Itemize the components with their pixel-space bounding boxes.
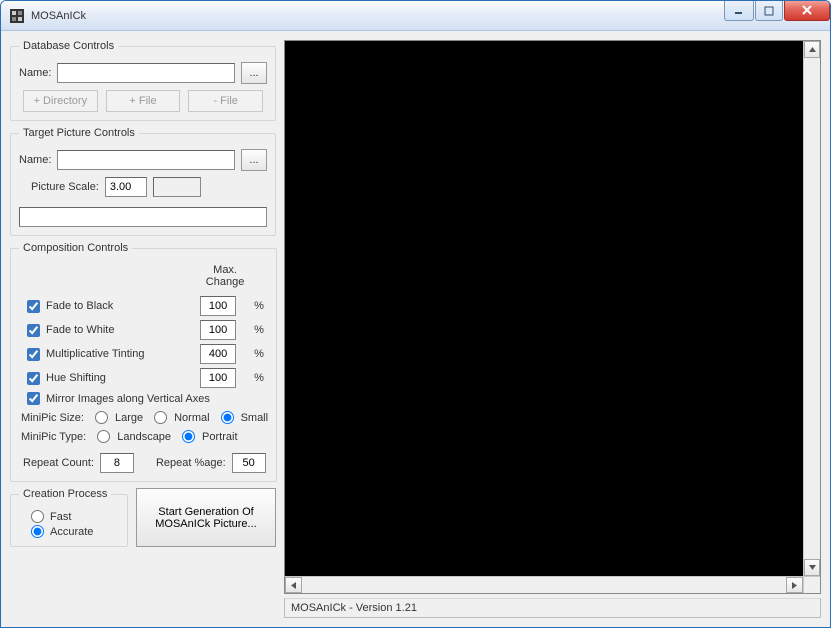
- type-portrait-label: Portrait: [202, 431, 237, 443]
- type-landscape-label: Landscape: [117, 431, 171, 443]
- db-name-input[interactable]: [57, 63, 235, 83]
- scroll-up-button[interactable]: [804, 41, 820, 58]
- composition-controls-group: Composition Controls Max. Change Fade to…: [10, 242, 277, 482]
- mirror-checkbox[interactable]: [27, 392, 40, 405]
- hue-shift-checkbox[interactable]: [27, 372, 40, 385]
- remove-file-button[interactable]: - File: [188, 90, 263, 112]
- size-normal-label: Normal: [174, 412, 209, 424]
- target-name-input[interactable]: [57, 150, 235, 170]
- status-bar: MOSAnICk - Version 1.21: [284, 598, 821, 618]
- pct-sign: %: [254, 300, 268, 312]
- fade-black-checkbox[interactable]: [27, 300, 40, 313]
- left-panel: Database Controls Name: ... + Directory …: [10, 40, 276, 618]
- fade-white-label: Fade to White: [46, 324, 114, 336]
- mirror-label: Mirror Images along Vertical Axes: [46, 393, 210, 405]
- max-change-label: Max. Change: [200, 264, 250, 288]
- fade-white-input[interactable]: [200, 320, 236, 340]
- repeat-count-input[interactable]: [100, 453, 134, 473]
- creation-legend: Creation Process: [19, 488, 111, 500]
- target-picture-group: Target Picture Controls Name: ... Pictur…: [10, 127, 276, 236]
- titlebar[interactable]: MOSAnICk: [1, 1, 830, 31]
- preview-area: [284, 40, 821, 594]
- fade-black-label: Fade to Black: [46, 300, 113, 312]
- database-legend: Database Controls: [19, 40, 118, 52]
- type-landscape-radio[interactable]: [97, 430, 110, 443]
- target-name-label: Name:: [19, 154, 51, 166]
- hscroll-track[interactable]: [302, 577, 786, 593]
- scroll-right-button[interactable]: [786, 577, 803, 593]
- type-portrait-radio[interactable]: [182, 430, 195, 443]
- size-large-label: Large: [115, 412, 143, 424]
- app-window: MOSAnICk Database Controls Name: ... + D…: [0, 0, 831, 628]
- picture-scale-readout: [153, 177, 201, 197]
- vertical-scrollbar[interactable]: [803, 41, 820, 576]
- mult-tint-checkbox[interactable]: [27, 348, 40, 361]
- repeat-pct-input[interactable]: [232, 453, 266, 473]
- app-icon: [9, 8, 25, 24]
- picture-scale-label: Picture Scale:: [31, 181, 99, 193]
- creation-process-group: Creation Process Fast Accurate: [10, 488, 128, 547]
- size-small-radio[interactable]: [221, 411, 234, 424]
- size-normal-radio[interactable]: [154, 411, 167, 424]
- target-legend: Target Picture Controls: [19, 127, 139, 139]
- mult-tint-input[interactable]: [200, 344, 236, 364]
- db-browse-button[interactable]: ...: [241, 62, 267, 84]
- repeat-count-label: Repeat Count:: [23, 457, 94, 469]
- composition-legend: Composition Controls: [19, 242, 132, 254]
- picture-scale-input[interactable]: [105, 177, 147, 197]
- size-small-label: Small: [241, 412, 269, 424]
- repeat-pct-label: Repeat %age:: [156, 457, 226, 469]
- minipic-type-label: MiniPic Type:: [21, 431, 86, 443]
- accurate-radio[interactable]: [31, 525, 44, 538]
- close-button[interactable]: [784, 1, 830, 21]
- preview-canvas: [285, 41, 803, 576]
- window-title: MOSAnICk: [31, 10, 723, 22]
- fade-black-input[interactable]: [200, 296, 236, 316]
- add-file-button[interactable]: + File: [106, 90, 181, 112]
- hue-shift-label: Hue Shifting: [46, 372, 106, 384]
- vscroll-track[interactable]: [804, 58, 820, 559]
- minimize-button[interactable]: [724, 1, 754, 21]
- hue-shift-input[interactable]: [200, 368, 236, 388]
- scroll-left-button[interactable]: [285, 577, 302, 593]
- maximize-button[interactable]: [755, 1, 783, 21]
- target-browse-button[interactable]: ...: [241, 149, 267, 171]
- start-generation-button[interactable]: Start Generation Of MOSAnICk Picture...: [136, 488, 276, 547]
- horizontal-scrollbar[interactable]: [285, 576, 820, 593]
- fast-label: Fast: [50, 511, 71, 523]
- database-controls-group: Database Controls Name: ... + Directory …: [10, 40, 276, 121]
- client-area: Database Controls Name: ... + Directory …: [1, 31, 830, 627]
- window-buttons: [723, 1, 830, 30]
- minipic-size-label: MiniPic Size:: [21, 412, 84, 424]
- scroll-down-button[interactable]: [804, 559, 820, 576]
- target-progress: [19, 207, 267, 227]
- right-panel: MOSAnICk - Version 1.21: [284, 40, 821, 618]
- accurate-label: Accurate: [50, 526, 93, 538]
- add-directory-button[interactable]: + Directory: [23, 90, 98, 112]
- fade-white-checkbox[interactable]: [27, 324, 40, 337]
- fast-radio[interactable]: [31, 510, 44, 523]
- db-name-label: Name:: [19, 67, 51, 79]
- mult-tint-label: Multiplicative Tinting: [46, 348, 144, 360]
- size-large-radio[interactable]: [95, 411, 108, 424]
- scroll-corner: [803, 577, 820, 593]
